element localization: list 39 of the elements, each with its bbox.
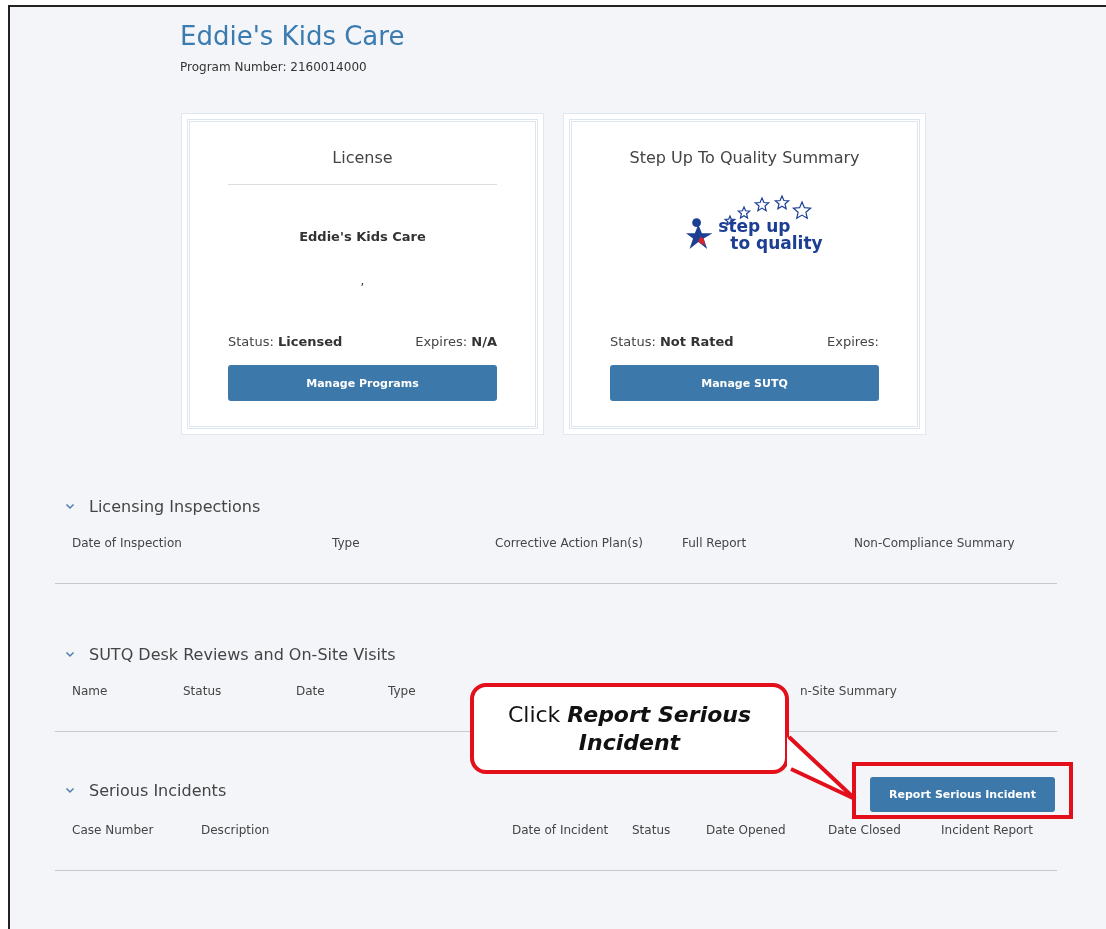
expires-text: Expires:: [827, 334, 879, 349]
status-text: Status: Licensed: [228, 334, 343, 349]
column-header: Status: [632, 822, 672, 839]
callout-text: Click Report Serious Incident: [506, 700, 753, 757]
column-header: Incident Report: [941, 822, 1034, 839]
column-header: Name: [72, 683, 109, 700]
column-header: Date of Inspection: [72, 535, 183, 552]
page-title: Eddie's Kids Care: [180, 20, 406, 53]
manage-button[interactable]: Manage SUTQ: [610, 365, 879, 401]
column-header: Status: [183, 683, 223, 700]
column-header: Description: [201, 822, 271, 839]
program-number: Program Number: 2160014000: [180, 60, 368, 74]
column-header: Case Number: [72, 822, 155, 839]
column-header: Date Opened: [706, 822, 787, 839]
column-header: Type: [332, 535, 361, 552]
program-name: Eddie's Kids Care: [299, 229, 426, 244]
chevron-down-icon[interactable]: [65, 501, 75, 511]
column-header: Date of Incident: [512, 822, 610, 839]
logo-text: step up: [718, 218, 791, 235]
chevron-down-icon[interactable]: [65, 649, 75, 659]
column-header: Type: [388, 683, 417, 700]
expires-text: Expires: N/A: [415, 334, 497, 349]
report-button[interactable]: Report Serious Incident: [870, 776, 1055, 812]
status-text: Status: Not Rated: [610, 334, 734, 349]
column-header: Corrective Action Plan(s): [495, 535, 644, 552]
logo-text: to quality: [730, 235, 823, 252]
section-title: SUTQ Desk Reviews and On-Site Visits: [89, 644, 396, 664]
card-title: License: [332, 148, 393, 167]
column-header: Date Closed: [828, 822, 902, 839]
column-header: Full Report: [682, 535, 748, 552]
section-title: Licensing Inspections: [89, 496, 261, 516]
card-title: Step Up To Quality Summary: [629, 148, 860, 167]
address-text: ,: [360, 274, 365, 288]
manage-button[interactable]: Manage Programs: [228, 365, 497, 401]
column-header: Date: [296, 683, 326, 700]
column-header: n-Site Summary: [800, 683, 898, 700]
chevron-down-icon[interactable]: [65, 785, 75, 795]
column-header: Non-Compliance Summary: [854, 535, 1016, 552]
section-title: Serious Incidents: [89, 780, 227, 800]
